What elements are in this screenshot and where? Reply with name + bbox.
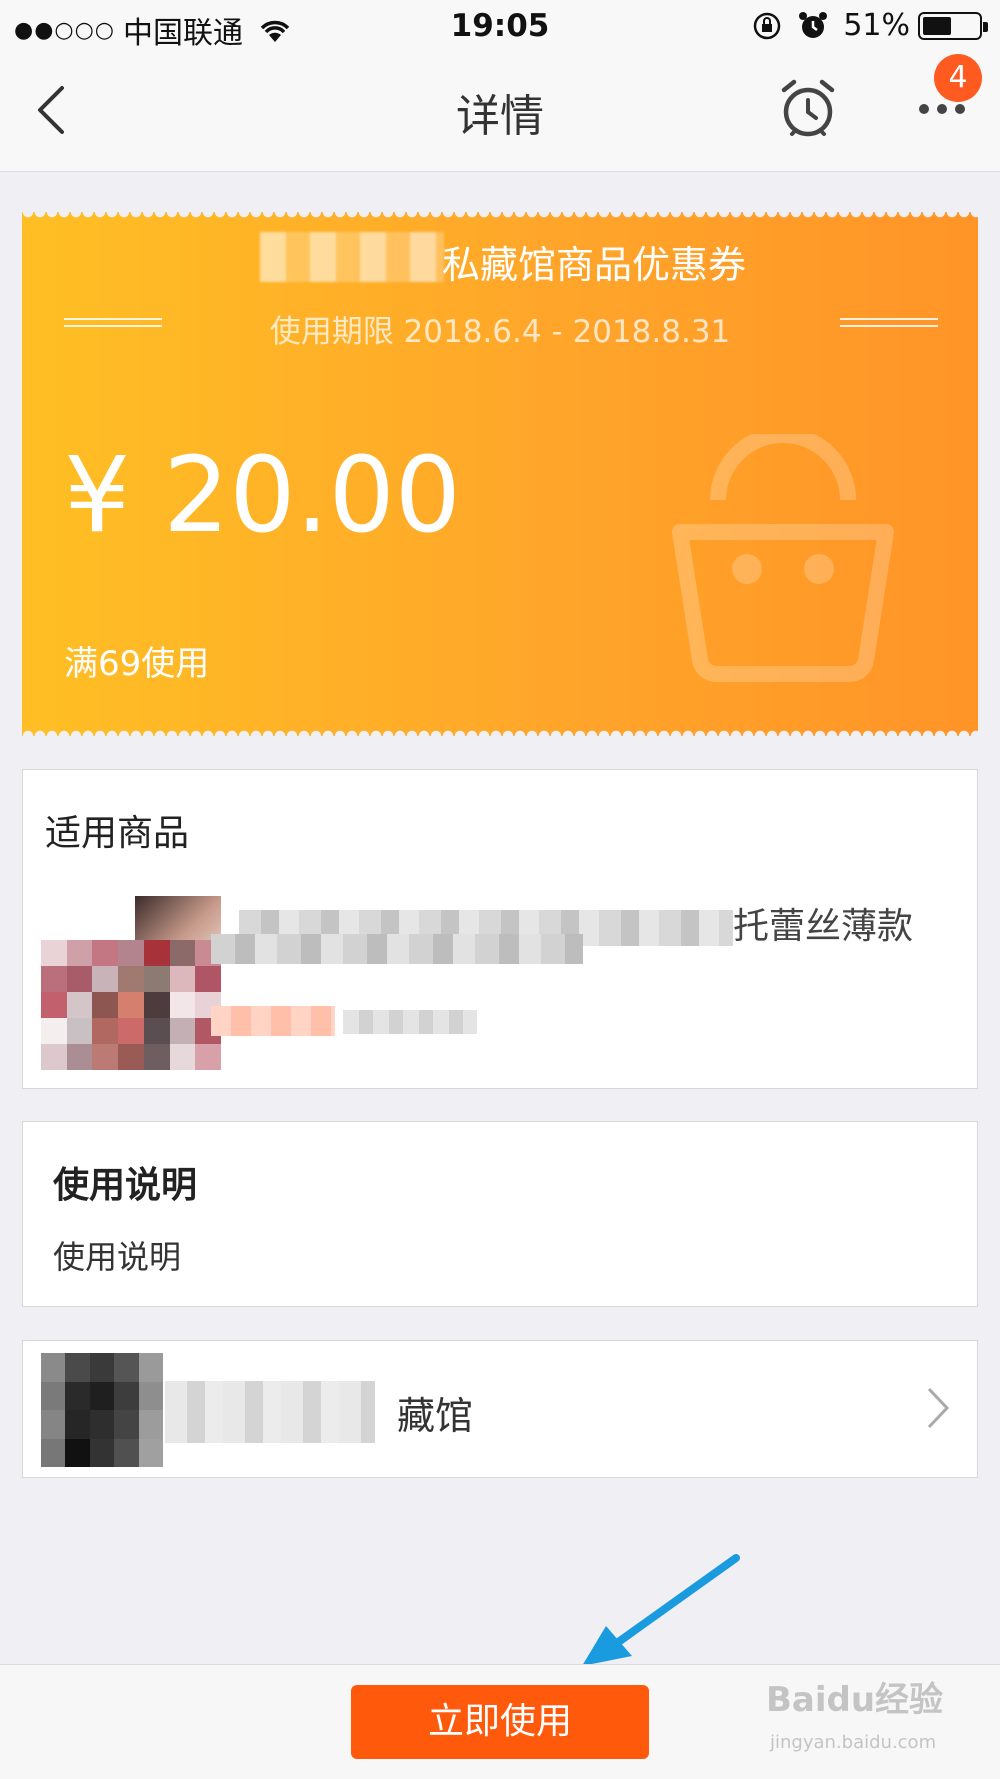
store-avatar bbox=[41, 1353, 163, 1467]
avatar-pixel bbox=[89, 1438, 115, 1467]
thumbnail-pixel bbox=[92, 940, 119, 966]
store-name-redacted bbox=[165, 1381, 375, 1443]
thumbnail-pixel bbox=[41, 966, 67, 992]
thumbnail-pixel bbox=[118, 1044, 144, 1070]
thumbnail-pixel bbox=[195, 1044, 221, 1070]
status-bar: ●●○○○ 中国联通 19:05 51% bbox=[0, 0, 1000, 54]
thumbnail-pixel bbox=[169, 992, 196, 1018]
avatar-pixel bbox=[114, 1410, 139, 1439]
rotation-lock-icon bbox=[754, 12, 781, 39]
coupon-divider-right bbox=[840, 318, 938, 327]
thumbnail-pixel bbox=[118, 1018, 144, 1044]
thumbnail-pixel bbox=[41, 1018, 67, 1044]
store-name: 藏馆 bbox=[397, 1394, 474, 1438]
usage-title: 使用说明 bbox=[53, 1165, 198, 1206]
avatar-pixel bbox=[65, 1410, 90, 1439]
avatar-pixel bbox=[65, 1438, 90, 1467]
annotation-arrow-icon bbox=[582, 1554, 740, 1666]
nav-bar: 详情 4 bbox=[0, 54, 1000, 172]
avatar-pixel bbox=[138, 1438, 163, 1467]
avatar-pixel bbox=[114, 1438, 139, 1467]
thumbnail-pixel bbox=[92, 1018, 119, 1044]
thumbnail-pixel bbox=[92, 992, 119, 1018]
coupon-amount: ¥ 20.00 bbox=[64, 434, 461, 556]
use-now-button[interactable]: 立即使用 bbox=[351, 1685, 649, 1759]
shopping-bag-icon bbox=[672, 434, 894, 682]
usage-text: 使用说明 bbox=[53, 1238, 182, 1276]
coupon-edge-bottom bbox=[22, 730, 978, 736]
thumbnail-pixel bbox=[92, 1044, 119, 1070]
avatar-pixel bbox=[138, 1410, 163, 1439]
products-title: 适用商品 bbox=[45, 813, 190, 854]
thumbnail-pixel bbox=[169, 940, 196, 966]
thumbnail-pixel bbox=[169, 1044, 196, 1070]
chevron-right-icon bbox=[927, 1387, 950, 1429]
shop-name-redacted bbox=[260, 232, 444, 282]
product-name-text: 托蕾丝薄款 bbox=[733, 906, 914, 947]
thumbnail-pixel bbox=[143, 940, 170, 966]
avatar-pixel bbox=[138, 1353, 163, 1382]
notification-badge: 4 bbox=[934, 54, 982, 102]
product-name-line2-redacted bbox=[211, 934, 583, 964]
alarm-clock-icon[interactable] bbox=[778, 76, 838, 140]
usage-instructions-card: 使用说明 使用说明 bbox=[22, 1121, 978, 1307]
store-row[interactable]: 藏馆 bbox=[22, 1340, 978, 1478]
thumbnail-pixel bbox=[169, 1018, 196, 1044]
thumbnail-pixel bbox=[92, 966, 119, 992]
thumbnail-pixel bbox=[195, 966, 221, 992]
coupon-card: 私藏馆商品优惠券 使用期限 2018.6.4 - 2018.8.31 ¥ 20.… bbox=[22, 212, 978, 736]
thumbnail-pixel bbox=[66, 966, 93, 992]
thumbnail-pixel bbox=[118, 992, 144, 1018]
avatar-pixel bbox=[114, 1353, 139, 1382]
coupon-validity: 使用期限 2018.6.4 - 2018.8.31 bbox=[269, 314, 731, 350]
battery-fill bbox=[923, 16, 951, 35]
thumbnail-pixel bbox=[66, 1018, 93, 1044]
watermark-url: jingyan.baidu.com bbox=[770, 1732, 937, 1753]
avatar-pixel bbox=[41, 1410, 66, 1439]
avatar-pixel bbox=[89, 1381, 115, 1410]
avatar-pixel bbox=[114, 1381, 139, 1410]
product-price-redacted bbox=[211, 1006, 335, 1036]
watermark-logo: Baidu经验 bbox=[766, 1680, 944, 1720]
thumbnail-pixel bbox=[143, 966, 170, 992]
product-sales-redacted bbox=[343, 1010, 477, 1034]
applicable-products-card: 适用商品 托蕾丝薄款 bbox=[22, 769, 978, 1089]
product-thumbnail-pixels bbox=[41, 940, 221, 1070]
thumbnail-pixel bbox=[169, 966, 196, 992]
product-thumbnail[interactable] bbox=[41, 896, 221, 1070]
avatar-pixel bbox=[65, 1381, 90, 1410]
thumbnail-pixel bbox=[118, 966, 144, 992]
thumbnail-pixel bbox=[66, 992, 93, 1018]
thumbnail-pixel bbox=[41, 1044, 67, 1070]
page-title: 详情 bbox=[456, 91, 544, 142]
avatar-pixel bbox=[41, 1438, 66, 1467]
alarm-status-icon bbox=[799, 11, 828, 38]
avatar-pixel bbox=[138, 1381, 163, 1410]
coupon-edge-top bbox=[22, 212, 978, 218]
avatar-pixel bbox=[41, 1353, 66, 1382]
thumbnail-pixel bbox=[66, 940, 93, 966]
battery-icon bbox=[918, 11, 988, 40]
thumbnail-pixel bbox=[66, 1044, 93, 1070]
status-right: 51% bbox=[751, 8, 988, 43]
thumbnail-pixel bbox=[143, 992, 170, 1018]
thumbnail-pixel bbox=[41, 940, 67, 966]
coupon-min-spend: 满69使用 bbox=[64, 644, 210, 684]
thumbnail-pixel bbox=[143, 1044, 170, 1070]
thumbnail-pixel bbox=[143, 1018, 170, 1044]
avatar-pixel bbox=[89, 1410, 115, 1439]
battery-percent: 51% bbox=[843, 8, 910, 43]
avatar-pixel bbox=[89, 1353, 115, 1382]
avatar-pixel bbox=[65, 1353, 90, 1382]
thumbnail-pixel bbox=[118, 940, 144, 966]
coupon-title: 私藏馆商品优惠券 bbox=[442, 243, 747, 287]
avatar-pixel bbox=[41, 1381, 66, 1410]
thumbnail-pixel bbox=[41, 992, 67, 1018]
